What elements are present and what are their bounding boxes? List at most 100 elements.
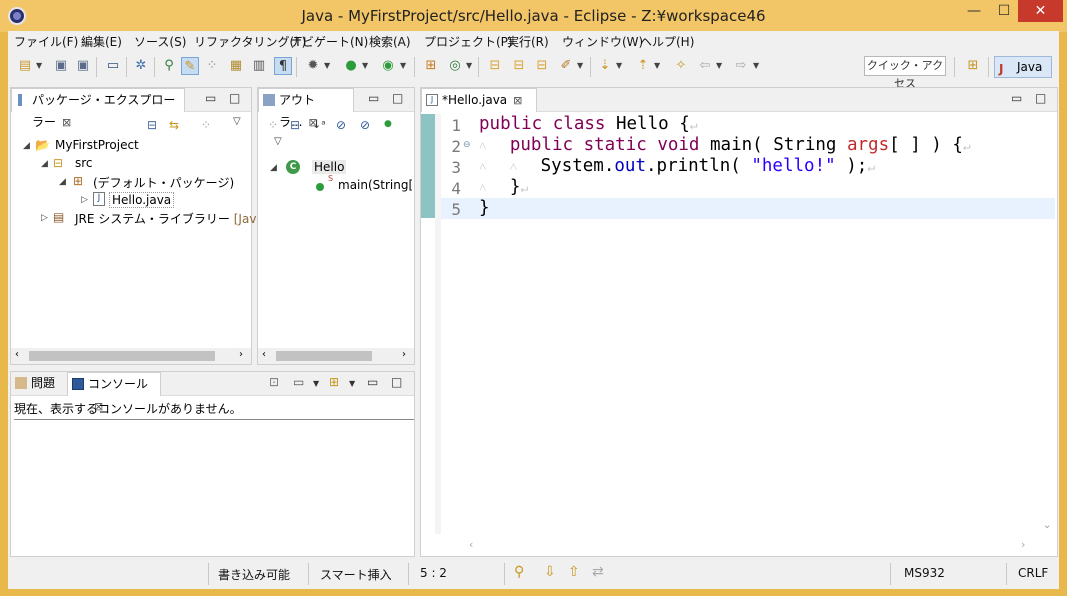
group-icon[interactable]: ⁘ — [268, 118, 278, 132]
open-perspective-icon[interactable]: ⊞ — [964, 57, 982, 75]
next-annotation-icon[interactable]: ⇣ — [596, 57, 614, 75]
hide-static-icon[interactable]: ⊘ — [360, 118, 370, 132]
expand-arrow-icon[interactable]: ◢ — [59, 177, 66, 187]
save-icon[interactable]: ▣ — [52, 57, 70, 75]
scroll-right-icon[interactable]: › — [1021, 538, 1025, 551]
fold-icon[interactable]: ⊖ — [463, 140, 471, 150]
collapse-arrow-icon[interactable]: ▷ — [41, 213, 48, 223]
pin-dropdown-icon[interactable]: ▼ — [577, 61, 583, 70]
next-annotation-dropdown-icon[interactable]: ▼ — [616, 61, 622, 70]
prev-annotation-icon[interactable]: ⇡ — [634, 57, 652, 75]
word-wrap-icon[interactable]: ▥ — [250, 57, 268, 75]
scroll-right-icon[interactable]: › — [402, 349, 406, 360]
expand-arrow-icon[interactable]: ◢ — [41, 159, 48, 169]
scroll-left-icon[interactable]: ‹ — [262, 349, 266, 360]
close-icon[interactable]: ⊠ — [513, 94, 522, 107]
sync-icon[interactable]: ⇄ — [592, 564, 604, 580]
forward-dropdown-icon[interactable]: ▼ — [753, 61, 759, 70]
new-console-icon[interactable]: ⊞ — [329, 375, 339, 389]
collapse-all-icon[interactable]: ⊟ — [147, 118, 157, 132]
minimize-view-icon[interactable]: ▭ — [368, 91, 379, 105]
back-dropdown-icon[interactable]: ▼ — [716, 61, 722, 70]
tab-hello-java[interactable]: J *Hello.java ⊠ — [421, 88, 537, 112]
menu-help[interactable]: ヘルプ(H) — [640, 33, 694, 50]
scrollbar-thumb[interactable] — [29, 351, 215, 361]
debug-icon[interactable]: ✹ — [304, 57, 322, 75]
back-icon[interactable]: ⇦ — [696, 57, 714, 75]
tree-item-project[interactable]: MyFirstProject — [55, 138, 139, 152]
menu-run[interactable]: 実行(R) — [507, 33, 549, 50]
open-console-dropdown-icon[interactable]: ▼ — [313, 379, 319, 388]
horizontal-scrollbar[interactable]: ‹ › — [11, 348, 251, 364]
menu-edit[interactable]: 編集(E) — [81, 33, 122, 50]
last-edit-icon[interactable]: ✧ — [672, 57, 690, 75]
menu-file[interactable]: ファイル(F) — [14, 33, 78, 50]
expand-arrow-icon[interactable]: ◢ — [23, 141, 30, 151]
menu-search[interactable]: 検索(A) — [369, 33, 411, 50]
search-folder-icon[interactable]: ⊟ — [533, 57, 551, 75]
mark-occurrences-icon[interactable]: ✎ — [181, 57, 199, 75]
horizontal-scrollbar[interactable]: ‹ › — [258, 348, 414, 364]
maximize-view-icon[interactable]: □ — [391, 375, 402, 389]
view-menu-icon[interactable]: ▽ — [274, 136, 282, 147]
save-all-icon[interactable]: ▣ — [74, 57, 92, 75]
scroll-left-icon[interactable]: ‹ — [469, 538, 473, 551]
debug-dropdown-icon[interactable]: ▼ — [324, 61, 330, 70]
horizontal-scrollbar[interactable]: ‹ › — [441, 538, 1041, 554]
outline-item-class[interactable]: Hello — [312, 160, 347, 174]
new-console-dropdown-icon[interactable]: ▼ — [349, 379, 355, 388]
scrollbar-thumb[interactable] — [276, 351, 372, 361]
tree-item-default-package[interactable]: (デフォルト・パッケージ) — [93, 174, 234, 191]
open-console-icon[interactable]: ▭ — [293, 375, 304, 389]
maximize-view-icon[interactable]: □ — [229, 91, 240, 105]
quick-access-field[interactable]: クイック・アクセス — [864, 56, 946, 90]
open-task-icon[interactable]: ⊟ — [510, 57, 528, 75]
collapse-all-icon[interactable]: ⊟ — [290, 118, 300, 132]
new-java-class-icon[interactable]: ◎ — [446, 57, 464, 75]
sort-icon[interactable]: ↓ᵃ — [312, 118, 326, 131]
run-dropdown-icon[interactable]: ▼ — [362, 61, 368, 70]
menu-source[interactable]: ソース(S) — [134, 33, 186, 50]
maximize-button[interactable]: ☐ — [990, 0, 1018, 22]
terminal-icon[interactable]: ▭ — [104, 57, 122, 75]
settings-icon[interactable]: ✲ — [132, 57, 150, 75]
menu-navigate[interactable]: ナビゲート(N) — [290, 33, 368, 50]
minimize-view-icon[interactable]: ▭ — [205, 91, 216, 105]
previous-icon[interactable]: ⇧ — [568, 564, 580, 580]
pin-icon[interactable]: ✐ — [557, 57, 575, 75]
tree-item-hello-java[interactable]: Hello.java — [109, 192, 175, 208]
prev-annotation-dropdown-icon[interactable]: ▼ — [654, 61, 660, 70]
external-tools-icon[interactable]: ◉ — [379, 57, 397, 75]
next-icon[interactable]: ⇩ — [544, 564, 556, 580]
menu-window[interactable]: ウィンドウ(W) — [562, 33, 643, 50]
minimize-view-icon[interactable]: ▭ — [367, 375, 378, 389]
maximize-view-icon[interactable]: □ — [392, 91, 403, 105]
close-button[interactable]: ✕ — [1018, 0, 1063, 22]
filter-icon[interactable]: ⁘ — [201, 118, 211, 132]
minimize-button[interactable]: — — [960, 0, 988, 22]
block-selection-icon[interactable]: ⁘ — [203, 57, 221, 75]
collapse-arrow-icon[interactable]: ▷ — [81, 195, 88, 205]
display-console-icon[interactable]: ⊡ — [269, 375, 279, 389]
run-icon[interactable]: ● — [342, 57, 360, 75]
new-java-package-icon[interactable]: ⊞ — [422, 57, 440, 75]
tree-item-jre[interactable]: JRE システム・ライブラリー [JavaSE- — [75, 210, 283, 227]
maximize-view-icon[interactable]: □ — [1035, 91, 1046, 105]
code-area[interactable]: 1 2 ⊖ 3 4 5 public class Hello {↵ ˄ publ… — [441, 114, 1055, 534]
search-icon[interactable]: ⚲ — [514, 564, 524, 580]
new-icon[interactable]: ▤ — [16, 57, 34, 75]
scroll-down-icon[interactable]: ⌄ — [1043, 520, 1051, 531]
open-type-icon[interactable]: ⊟ — [486, 57, 504, 75]
show-whitespace-icon[interactable]: ¶ — [274, 57, 292, 75]
hide-nonpublic-icon[interactable]: ● — [384, 119, 392, 129]
hide-fields-icon[interactable]: ⊘ — [336, 118, 346, 132]
java-perspective-button[interactable]: J Java — [994, 56, 1052, 78]
new-dropdown-icon[interactable]: ▼ — [36, 61, 42, 70]
expand-arrow-icon[interactable]: ◢ — [270, 163, 277, 173]
external-tools-dropdown-icon[interactable]: ▼ — [400, 61, 406, 70]
link-with-editor-icon[interactable]: ⇆ — [169, 118, 179, 132]
tab-console[interactable]: コンソール⊠ — [67, 372, 161, 413]
tab-problems[interactable]: 問題 — [11, 372, 65, 396]
close-icon[interactable]: ⊠ — [62, 116, 71, 129]
toggle-breadcrumb-icon[interactable]: ⚲ — [160, 57, 178, 75]
